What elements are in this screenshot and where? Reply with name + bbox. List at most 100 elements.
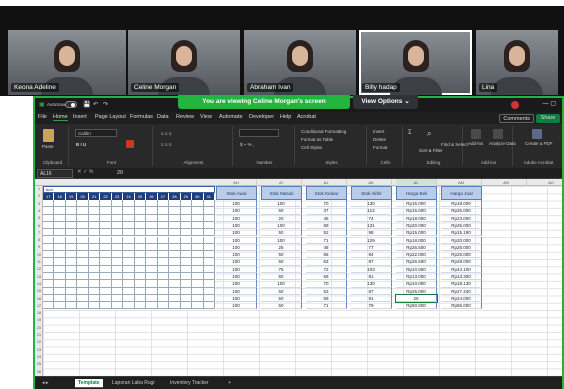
align-icon[interactable]: ≡ ≡ ≡: [161, 142, 171, 147]
table-cell[interactable]: Rp50.000: [396, 302, 437, 310]
day-cell[interactable]: [146, 265, 158, 273]
table-cell[interactable]: Rp26.500: [396, 243, 437, 252]
day-cell[interactable]: [112, 287, 124, 295]
row-header[interactable]: 14: [35, 281, 43, 288]
day-cell[interactable]: [66, 265, 78, 273]
day-cell[interactable]: [89, 221, 101, 229]
day-cell[interactable]: [54, 294, 66, 302]
row-header[interactable]: 3: [35, 201, 43, 208]
day-cell[interactable]: [77, 236, 89, 244]
table-cell[interactable]: 100: [216, 251, 257, 259]
day-header[interactable]: 25: [134, 193, 147, 200]
day-cell[interactable]: [169, 243, 181, 251]
row-header[interactable]: 19: [35, 317, 43, 324]
day-cell[interactable]: [66, 200, 78, 207]
day-cell[interactable]: [89, 229, 101, 237]
day-cell[interactable]: [54, 236, 66, 244]
day-row[interactable]: [43, 221, 215, 230]
day-cell[interactable]: [43, 243, 55, 251]
column-header[interactable]: AO: [531, 179, 562, 186]
day-cell[interactable]: [89, 207, 101, 215]
day-cell[interactable]: [66, 207, 78, 215]
table-cell[interactable]: 100: [261, 200, 302, 208]
day-cell[interactable]: [43, 214, 55, 222]
row-header[interactable]: 6: [35, 223, 43, 230]
day-cell[interactable]: [66, 294, 78, 302]
day-row[interactable]: [43, 229, 215, 237]
table-cell[interactable]: 100: [216, 302, 257, 310]
day-cell[interactable]: [123, 302, 135, 310]
day-cell[interactable]: [89, 265, 101, 273]
day-cell[interactable]: [158, 273, 170, 280]
table-cell[interactable]: Rp26.500: [396, 258, 437, 266]
row-header[interactable]: 4: [35, 208, 43, 215]
table-cell[interactable]: Rp15.190: [441, 229, 482, 237]
table-cell[interactable]: 100: [216, 207, 257, 215]
day-cell[interactable]: [123, 207, 135, 215]
day-cell[interactable]: [54, 200, 66, 207]
redo-icon[interactable]: ↷: [103, 101, 108, 108]
add-ins-icon[interactable]: [471, 129, 481, 139]
day-row[interactable]: [43, 236, 215, 244]
day-cell[interactable]: [100, 229, 112, 237]
table-cell[interactable]: 91: [351, 294, 392, 303]
day-cell[interactable]: [135, 258, 147, 266]
table-header[interactable]: Stok Akhir: [351, 186, 392, 200]
day-header[interactable]: 20: [77, 193, 89, 200]
find-select-button[interactable]: Find & Select: [441, 142, 468, 147]
day-cell[interactable]: [158, 251, 170, 259]
day-header[interactable]: 17: [43, 193, 55, 200]
table-cell[interactable]: 63: [306, 258, 347, 266]
day-cell[interactable]: [169, 251, 181, 259]
view-options-button[interactable]: View Options ⌄: [353, 95, 418, 109]
format-as-table-button[interactable]: Format as Table: [301, 137, 333, 142]
font-name-select[interactable]: Calibri: [75, 129, 117, 137]
day-cell[interactable]: [123, 265, 135, 273]
day-cell[interactable]: [89, 280, 101, 288]
day-cell[interactable]: [54, 280, 66, 288]
day-cell[interactable]: [169, 302, 181, 310]
day-cell[interactable]: [112, 251, 124, 259]
day-cell[interactable]: [169, 265, 181, 273]
table-cell[interactable]: 20: [395, 293, 438, 304]
table-cell[interactable]: 100: [261, 236, 302, 244]
day-cell[interactable]: [43, 265, 55, 273]
table-cell[interactable]: 79: [351, 302, 392, 310]
day-cell[interactable]: [146, 273, 158, 280]
day-cell[interactable]: [112, 280, 124, 288]
analyze-data-icon[interactable]: [493, 129, 503, 139]
day-cell[interactable]: [204, 236, 215, 244]
day-cell[interactable]: [146, 214, 158, 222]
day-row[interactable]: [43, 214, 215, 222]
day-cell[interactable]: [54, 273, 66, 280]
table-cell[interactable]: Rp23.000: [441, 214, 482, 222]
day-cell[interactable]: [43, 280, 55, 288]
table-cell[interactable]: 100: [261, 280, 302, 288]
table-cell[interactable]: 129: [351, 236, 392, 244]
day-cell[interactable]: [146, 221, 158, 229]
table-header[interactable]: Stok Awal: [216, 186, 257, 200]
day-cell[interactable]: [169, 229, 181, 237]
row-header[interactable]: 22: [35, 339, 43, 346]
table-cell[interactable]: 75: [261, 265, 302, 273]
column-header[interactable]: AK: [351, 179, 392, 186]
menu-review[interactable]: Review: [176, 114, 194, 120]
day-cell[interactable]: [43, 294, 55, 302]
table-cell[interactable]: Rp25.000: [441, 207, 482, 215]
day-cell[interactable]: [146, 294, 158, 302]
day-cell[interactable]: [204, 273, 215, 280]
menu-insert[interactable]: Insert: [73, 114, 87, 120]
table-cell[interactable]: Rp28.000: [441, 243, 482, 252]
table-cell[interactable]: 50: [261, 207, 302, 215]
day-cell[interactable]: [146, 280, 158, 288]
record-icon[interactable]: [511, 101, 519, 109]
table-cell[interactable]: Rp25.000: [441, 221, 482, 230]
day-cell[interactable]: [66, 258, 78, 266]
day-cell[interactable]: [89, 302, 101, 310]
day-cell[interactable]: [204, 287, 215, 295]
day-cell[interactable]: [181, 258, 193, 266]
table-cell[interactable]: 50: [261, 273, 302, 281]
day-cell[interactable]: [135, 287, 147, 295]
day-row[interactable]: [43, 265, 215, 273]
day-cell[interactable]: [169, 280, 181, 288]
